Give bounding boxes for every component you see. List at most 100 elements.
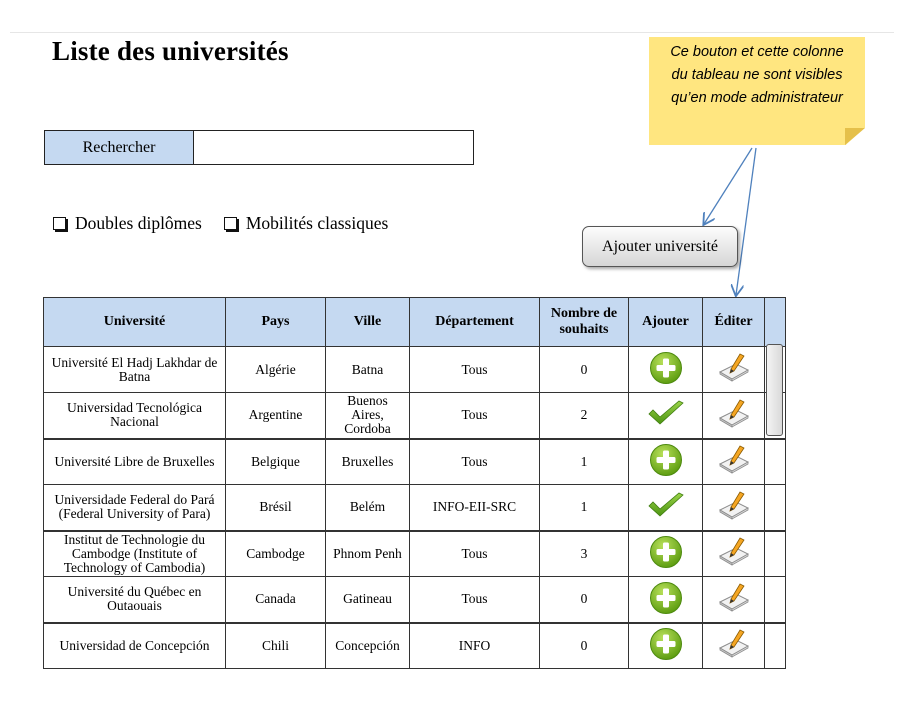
plus-icon[interactable]: [649, 581, 683, 618]
scrollbar-track[interactable]: [764, 484, 786, 532]
cell-pays: Belgique: [225, 438, 326, 485]
cell-souhaits: 0: [539, 346, 629, 393]
edit-icon[interactable]: [714, 398, 754, 433]
cell-universite: Universidad de Concepción: [43, 622, 226, 669]
cell-pays: Canada: [225, 576, 326, 624]
cell-ville: Gatineau: [325, 576, 410, 624]
filter-label: Mobilités classiques: [245, 213, 389, 233]
cell-ajouter: [628, 622, 703, 669]
cell-ajouter: [628, 346, 703, 393]
cell-editer: [702, 576, 765, 624]
cell-ajouter: [628, 484, 703, 532]
cell-souhaits: 3: [539, 530, 629, 577]
table-row: Universidad de Concepción Chili Concepción…: [43, 622, 786, 669]
table-body: Université El Hadj Lakhdar de Batna Algér…: [43, 346, 786, 669]
edit-icon[interactable]: [714, 536, 754, 571]
mobilites-classiques-checkbox[interactable]: [223, 217, 237, 230]
cell-departement: Tous: [409, 438, 540, 485]
cell-editer: [702, 484, 765, 532]
cell-ville: Buenos Aires, Cordoba: [325, 392, 410, 440]
table-row: Université du Québec en Outaouais Canada G…: [43, 576, 786, 624]
admin-note: Ce bouton et cette colonne du tableau ne…: [649, 37, 865, 145]
table-row: Universidade Federal do Pará (Federal Un…: [43, 484, 786, 532]
edit-icon[interactable]: [714, 352, 754, 387]
note-line: du tableau ne sont visibles: [671, 67, 843, 83]
cell-departement: Tous: [409, 392, 540, 440]
scrollbar-thumb[interactable]: [766, 344, 783, 436]
cell-departement: Tous: [409, 346, 540, 393]
header-ajouter: Ajouter: [628, 297, 703, 347]
doubles-diplomes-checkbox[interactable]: [53, 217, 66, 230]
edit-icon[interactable]: [714, 582, 754, 617]
cell-pays: Chili: [225, 622, 326, 669]
cell-pays: Algérie: [225, 346, 326, 393]
cell-universite: Université El Hadj Lakhdar de Batna: [43, 346, 226, 393]
table-row: Université Libre de Bruxelles Belgique Bru…: [43, 438, 786, 485]
plus-icon[interactable]: [649, 535, 683, 572]
search-input[interactable]: [194, 131, 473, 164]
cell-departement: Tous: [409, 576, 540, 624]
cell-ville: Belém: [325, 484, 410, 532]
note-line: Ce bouton et cette colonne: [670, 44, 844, 60]
header-ville[interactable]: Ville: [325, 297, 410, 347]
top-divider: [10, 32, 894, 33]
cell-pays: Argentine: [225, 392, 326, 440]
plus-icon[interactable]: [649, 443, 683, 480]
cell-departement: Tous: [409, 530, 540, 577]
edit-icon[interactable]: [714, 490, 754, 525]
plus-icon[interactable]: [649, 627, 683, 664]
arrow-to-column: [736, 147, 757, 295]
scrollbar-track[interactable]: [764, 576, 786, 624]
cell-ajouter: [628, 438, 703, 485]
scrollbar-track[interactable]: [764, 622, 786, 669]
edit-icon[interactable]: [714, 628, 754, 663]
arrow-to-button: [704, 147, 753, 224]
cell-editer: [702, 622, 765, 669]
note-line: qu’en mode administrateur: [671, 90, 843, 106]
header-pays[interactable]: Pays: [225, 297, 326, 347]
cell-souhaits: 1: [539, 438, 629, 485]
header-souhaits[interactable]: Nombre de souhaits: [539, 297, 629, 347]
cell-souhaits: 1: [539, 484, 629, 532]
scrollbar-header: [764, 297, 786, 347]
cell-souhaits: 2: [539, 392, 629, 440]
cell-ajouter: [628, 530, 703, 577]
cell-universite: Institut de Technologie du Cambodge (Ins…: [43, 530, 226, 577]
scrollbar-track[interactable]: [764, 530, 786, 577]
edit-icon[interactable]: [714, 444, 754, 479]
table-row: Université El Hadj Lakhdar de Batna Algér…: [43, 346, 786, 393]
check-icon[interactable]: [646, 399, 686, 432]
search-label: Rechercher: [45, 131, 194, 164]
table-row: Universidad Tecnológica Nacional Argentin…: [43, 392, 786, 440]
filter-doubles-diplomes[interactable]: Doubles diplômes: [53, 213, 202, 234]
scrollbar-track[interactable]: [764, 438, 786, 485]
cell-souhaits: 0: [539, 622, 629, 669]
page-title: Liste des universités: [52, 36, 289, 66]
plus-icon[interactable]: [649, 351, 683, 388]
table-header: Université Pays Ville Département Nombre…: [43, 297, 786, 347]
cell-departement: INFO-EII-SRC: [409, 484, 540, 532]
search-bar: Rechercher: [44, 130, 474, 165]
cell-editer: [702, 530, 765, 577]
cell-pays: Cambodge: [225, 530, 326, 577]
universities-table: Université Pays Ville Département Nombre…: [43, 297, 786, 669]
filter-label: Doubles diplômes: [75, 213, 202, 233]
header-universite[interactable]: Université: [43, 297, 226, 347]
filters: Doubles diplômes Mobilités classiques: [53, 213, 388, 234]
cell-ajouter: [628, 576, 703, 624]
table-row: Institut de Technologie du Cambodge (Ins…: [43, 530, 786, 577]
cell-universite: Universidade Federal do Pará (Federal Un…: [43, 484, 226, 532]
add-university-button[interactable]: Ajouter université: [582, 226, 738, 267]
cell-departement: INFO: [409, 622, 540, 669]
header-departement[interactable]: Département: [409, 297, 540, 347]
cell-universite: Université Libre de Bruxelles: [43, 438, 226, 485]
cell-universite: Université du Québec en Outaouais: [43, 576, 226, 624]
cell-ville: Phnom Penh: [325, 530, 410, 577]
note-fold: [845, 128, 865, 145]
check-icon[interactable]: [646, 491, 686, 524]
cell-editer: [702, 438, 765, 485]
header-editer: Éditer: [702, 297, 765, 347]
cell-ville: Bruxelles: [325, 438, 410, 485]
filter-mobilites-classiques[interactable]: Mobilités classiques: [223, 213, 389, 234]
cell-editer: [702, 346, 765, 393]
